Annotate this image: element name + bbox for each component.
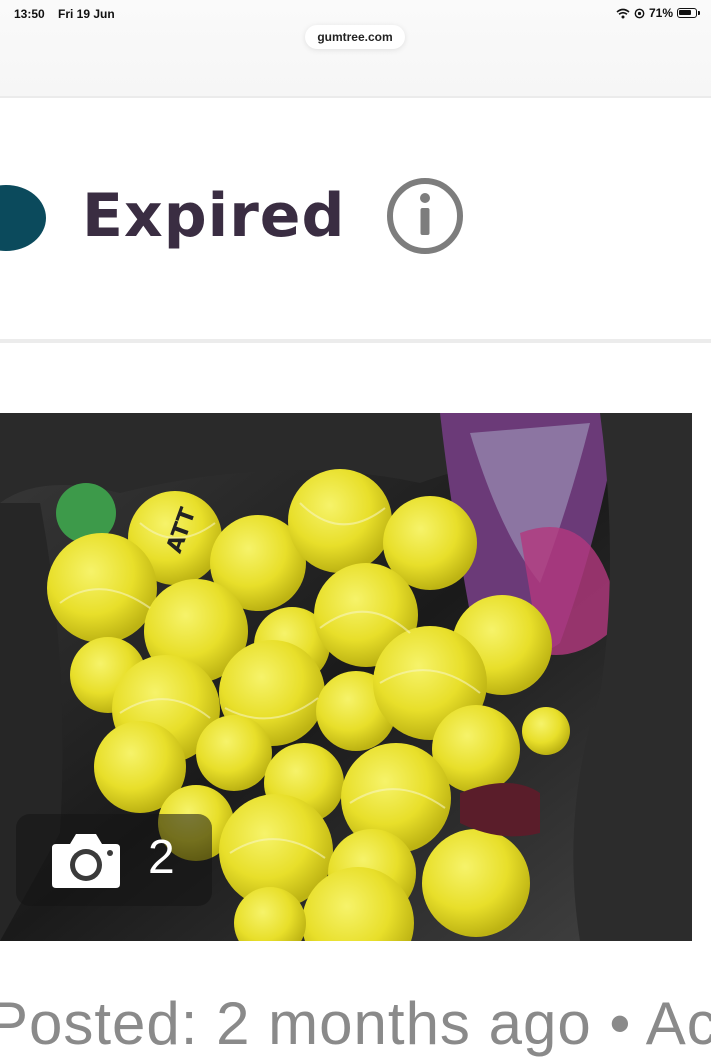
section-divider bbox=[0, 339, 711, 343]
url-bar[interactable]: gumtree.com bbox=[305, 25, 405, 49]
status-indicators: 71% bbox=[616, 6, 700, 20]
posted-info: Posted: 2 months ago • Ac bbox=[0, 990, 711, 1057]
url-text: gumtree.com bbox=[317, 30, 393, 44]
photo-count: 2 bbox=[148, 831, 175, 884]
battery-percent: 71% bbox=[648, 6, 673, 20]
wifi-icon bbox=[616, 8, 630, 18]
info-icon[interactable] bbox=[385, 176, 465, 256]
status-date: Fri 19 Jun bbox=[58, 7, 115, 21]
photo-counter[interactable]: 2 bbox=[16, 814, 212, 906]
status-time: 13:50 bbox=[14, 7, 45, 21]
battery-icon bbox=[677, 8, 700, 18]
listing-status: Expired bbox=[82, 181, 346, 251]
camera-icon bbox=[52, 834, 120, 888]
location-icon bbox=[634, 8, 645, 18]
